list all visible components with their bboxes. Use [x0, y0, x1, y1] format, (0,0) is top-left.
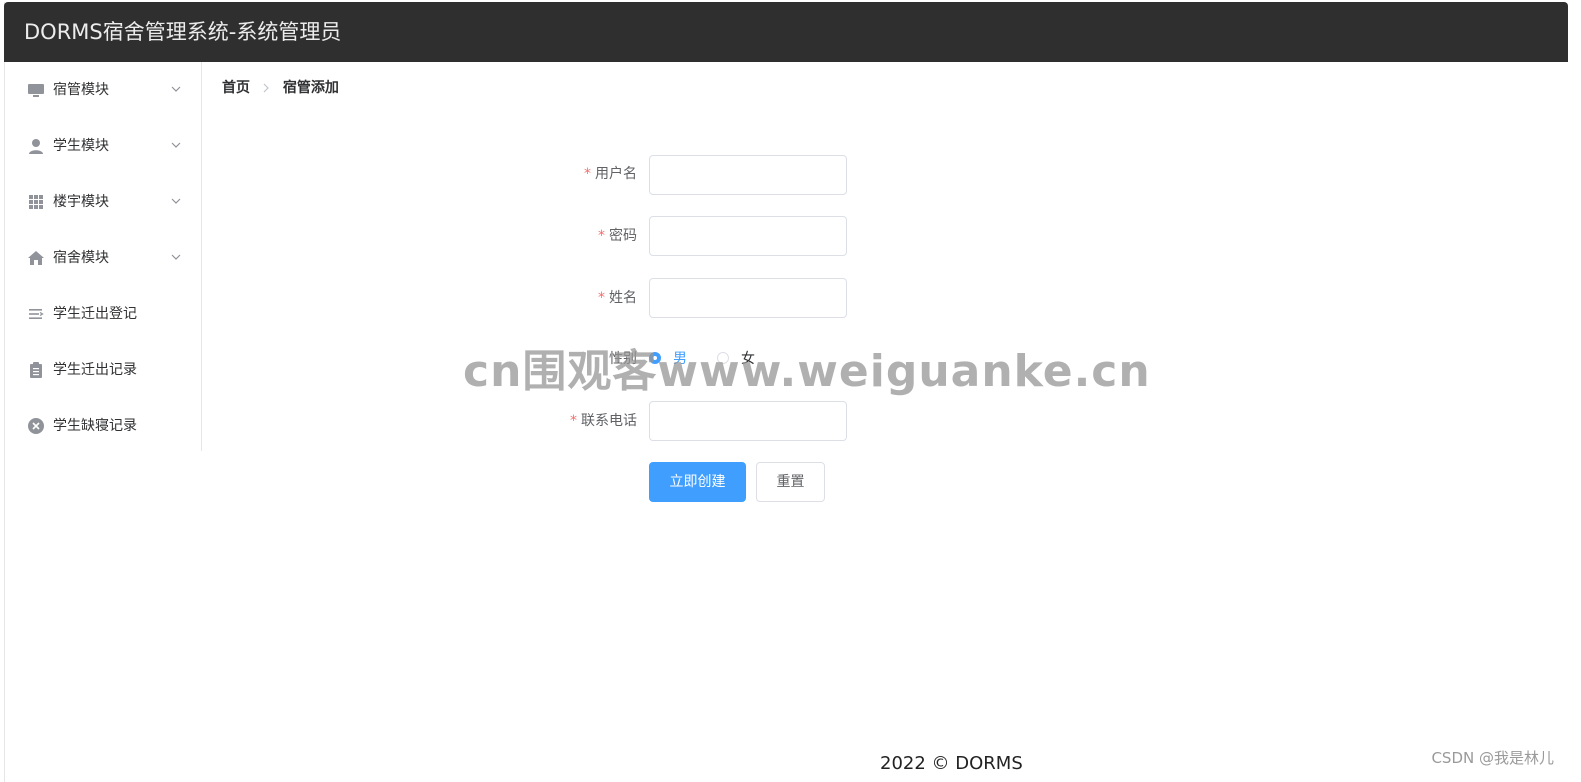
sidebar-item-dormitory-module[interactable]: 宿舍模块 [5, 230, 201, 286]
home-icon [28, 251, 44, 265]
user-icon [29, 139, 43, 154]
breadcrumb-current: 宿管添加 [282, 80, 339, 96]
phone-input[interactable] [649, 401, 847, 441]
password-input[interactable] [649, 216, 847, 256]
sidebar-item-label: 宿舍模块 [53, 250, 109, 266]
footer-copyright: 2022 © DORMS [880, 753, 1023, 774]
app-title: DORMS宿舍管理系统-系统管理员 [24, 20, 342, 44]
sidebar-item-checkout-records[interactable]: 学生迁出记录 [5, 342, 201, 398]
sidebar-item-label: 楼宇模块 [53, 194, 109, 210]
chevron-down-icon [171, 198, 181, 204]
name-label: * 姓名 [437, 278, 637, 318]
create-button[interactable]: 立即创建 [649, 462, 746, 502]
required-mark: * [598, 228, 605, 244]
username-input[interactable] [649, 155, 847, 195]
name-label-text: 姓名 [609, 290, 637, 306]
sidebar-item-absence-records[interactable]: 学生缺寝记录 [5, 398, 201, 454]
sidebar-item-label: 学生缺寝记录 [53, 418, 137, 434]
list-icon [29, 309, 44, 319]
right-edge-strip [1568, 0, 1581, 782]
circle-close-icon [28, 418, 44, 434]
sidebar-menu: 宿管模块 学生模块 楼宇模块 宿舍模块 学生迁出登记 学生迁出记录 学生缺寝记录 [5, 62, 202, 451]
app-header: DORMS宿舍管理系统-系统管理员 [4, 2, 1568, 62]
breadcrumb: 首页 宿管添加 [222, 78, 339, 98]
required-mark: * [598, 290, 605, 306]
password-label: * 密码 [437, 216, 637, 256]
chevron-down-icon [171, 86, 181, 92]
sidebar-item-checkout-register[interactable]: 学生迁出登记 [5, 286, 201, 342]
required-mark: * [570, 413, 577, 429]
csdn-watermark: CSDN @我是林儿 [1431, 749, 1554, 767]
password-label-text: 密码 [609, 228, 637, 244]
username-label: * 用户名 [437, 154, 637, 194]
site-watermark: cn围观客www.weiguanke.cn [463, 346, 1151, 397]
name-input[interactable] [649, 278, 847, 318]
phone-label: * 联系电话 [437, 401, 637, 441]
phone-label-text: 联系电话 [581, 413, 637, 429]
sidebar-item-label: 宿管模块 [53, 82, 109, 98]
sidebar-item-student-module[interactable]: 学生模块 [5, 118, 201, 174]
chevron-down-icon [171, 254, 181, 260]
sidebar-item-building-module[interactable]: 楼宇模块 [5, 174, 201, 230]
sidebar-item-label: 学生迁出登记 [53, 306, 137, 322]
username-label-text: 用户名 [595, 166, 637, 182]
monitor-icon [28, 84, 44, 97]
grid-icon [29, 195, 43, 209]
chevron-down-icon [171, 142, 181, 148]
clipboard-icon [30, 362, 42, 378]
sidebar-item-label: 学生迁出记录 [53, 362, 137, 378]
reset-button[interactable]: 重置 [756, 462, 825, 502]
breadcrumb-home-link[interactable]: 首页 [222, 78, 250, 98]
sidebar-item-label: 学生模块 [53, 138, 109, 154]
required-mark: * [584, 166, 591, 182]
sidebar-item-dorm-manager-module[interactable]: 宿管模块 [5, 62, 201, 118]
chevron-right-icon [261, 78, 271, 98]
